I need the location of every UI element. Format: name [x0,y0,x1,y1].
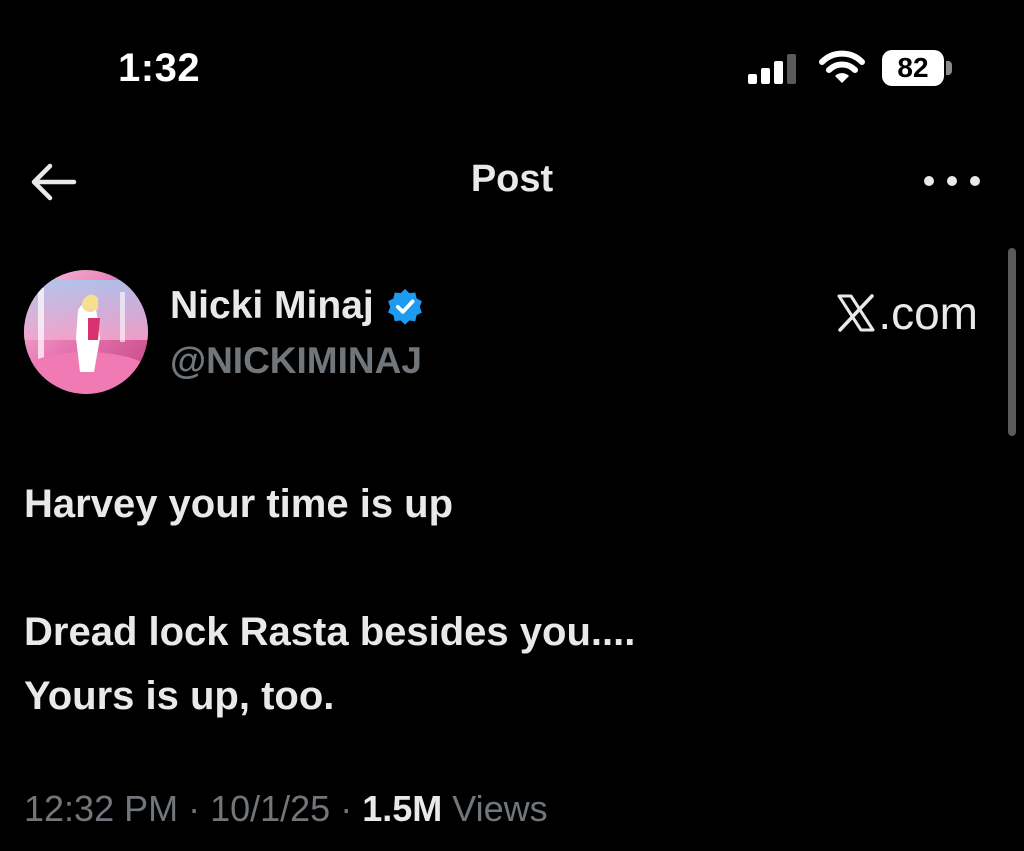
author-name-row[interactable]: Nicki Minaj [170,284,424,328]
post-date[interactable]: 10/1/25 [210,788,330,829]
cellular-signal-icon [748,54,796,84]
post-line: Yours is up, too. [24,674,335,718]
more-options-button[interactable] [924,168,980,194]
avatar[interactable] [24,270,148,394]
post-line: Harvey your time is up [24,482,454,526]
battery-cap [946,61,952,75]
battery-body: 82 [882,50,944,86]
status-time: 1:32 [118,46,201,90]
watermark-text: .com [878,287,978,339]
meta-separator: · [330,788,363,829]
views-count[interactable]: 1.5M [362,788,442,829]
page-title: Post [470,158,554,200]
meta-separator: · [178,788,211,829]
post-time[interactable]: 12:32 PM [24,788,178,829]
battery-level: 82 [897,52,929,83]
wifi-icon [819,50,865,83]
x-com-watermark: .com [836,286,978,340]
more-options-dot [947,176,957,186]
verified-badge-icon [387,288,422,325]
x-logo-icon [837,294,875,332]
scrollbar[interactable] [1008,248,1016,436]
post-meta: 12:32 PM · 10/1/25 · 1.5M Views [24,788,548,830]
post-text: Harvey your time is up Dread lock Rasta … [24,472,984,728]
author-name[interactable]: Nicki Minaj [170,284,374,328]
post-line: Dread lock Rasta besides you.... [24,610,636,654]
more-options-dot [970,176,980,186]
battery-icon: 82 [882,50,952,86]
views-label[interactable]: Views [442,788,547,829]
more-options-icon [924,176,934,186]
avatar-image [24,270,148,394]
author-handle[interactable]: @NICKIMINAJ [170,340,422,382]
